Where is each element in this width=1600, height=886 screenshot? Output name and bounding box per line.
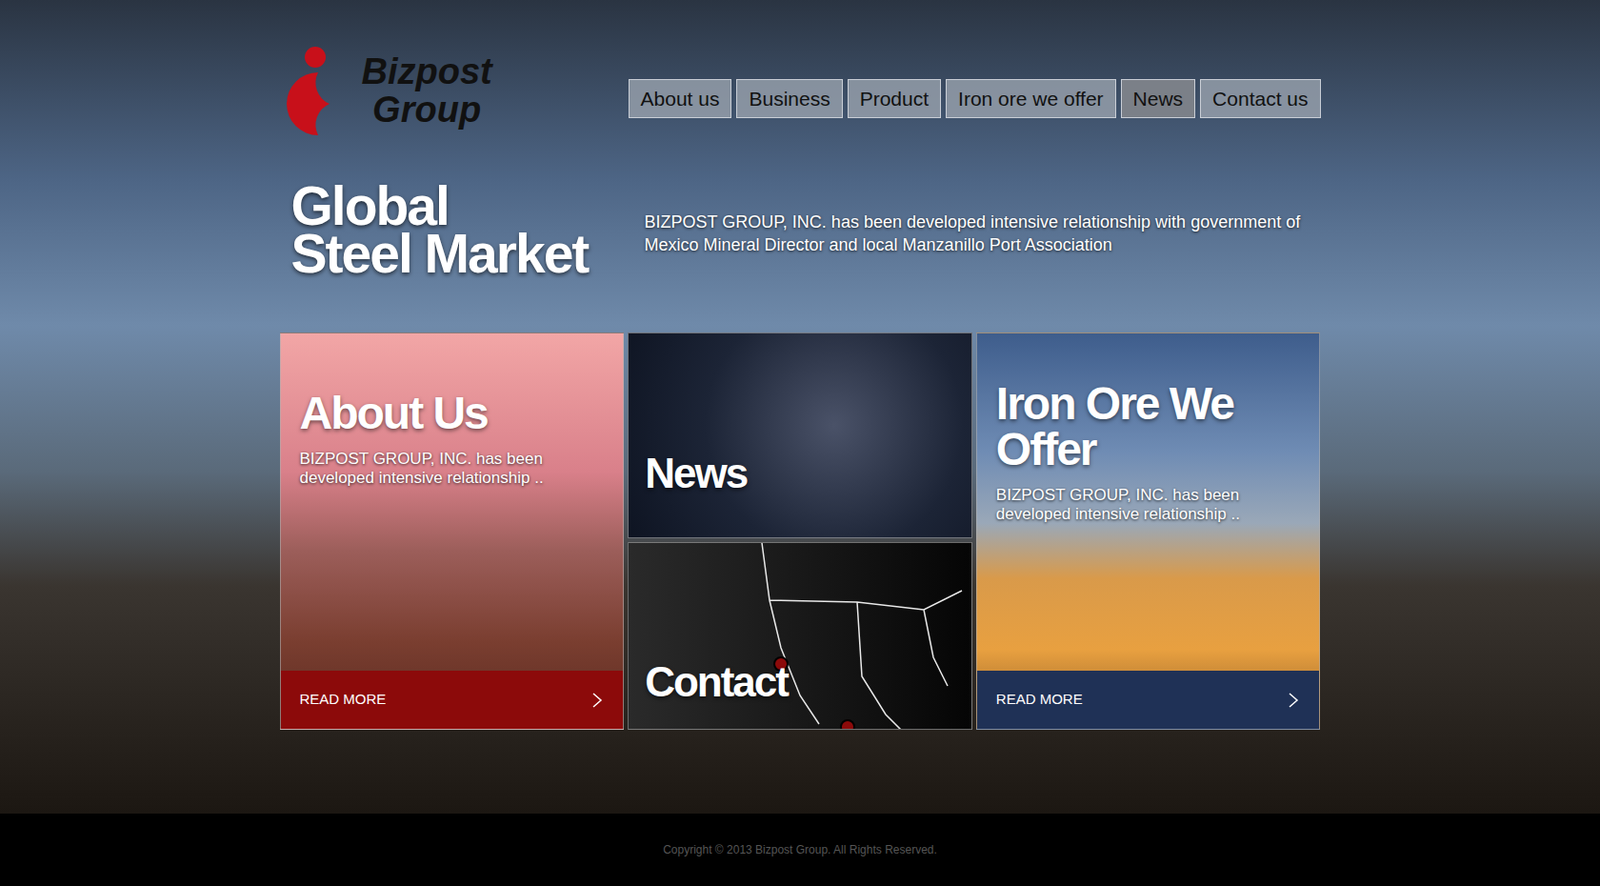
page-background: BizpostGroupAbout usBusinessProductIron …: [0, 0, 1600, 814]
nav-button[interactable]: Business: [736, 79, 842, 119]
card-title: News: [644, 451, 956, 496]
nav-bar: About usBusinessProductIron ore we offer…: [628, 79, 1321, 119]
hero-title: GlobalSteel Market: [291, 181, 645, 278]
hero-description: BIZPOST GROUP, INC. has been developed i…: [644, 210, 1302, 257]
news-card[interactable]: News: [627, 332, 973, 539]
read-more-button[interactable]: READ MORE: [280, 670, 624, 729]
read-more-label: READ MORE: [300, 688, 387, 711]
card-grid: About Us BIZPOST GROUP, INC. has been dev…: [280, 332, 1321, 730]
nav-button[interactable]: Contact us: [1200, 79, 1320, 119]
logo-line: Group: [372, 91, 481, 130]
content: BizpostGroupAbout usBusinessProductIron …: [280, 0, 1321, 730]
footer: Copyright © 2013 Bizpost Group. All Righ…: [0, 813, 1600, 886]
logo[interactable]: BizpostGroup: [280, 43, 493, 140]
header: BizpostGroup About usBusinessProductIron …: [280, 0, 1321, 140]
nav-button[interactable]: Product: [847, 79, 941, 119]
about-card[interactable]: About Us BIZPOST GROUP, INC. has been dev…: [280, 332, 625, 730]
card-body: About Us BIZPOST GROUP, INC. has been dev…: [280, 333, 624, 671]
card-title: Iron Ore We Offer: [996, 380, 1282, 473]
hero-title-line: Steel Market: [291, 229, 645, 278]
logo-text: BizpostGroup: [361, 53, 493, 130]
chevron-right-icon: [590, 691, 604, 709]
card-title: About Us: [300, 390, 586, 437]
nav-button[interactable]: News: [1120, 79, 1197, 119]
hero: GlobalSteel MarketBIZPOST GROUP, INC. ha…: [280, 181, 1321, 278]
nav-button[interactable]: About us: [628, 79, 733, 119]
contact-card[interactable]: Contact: [627, 541, 973, 731]
read-more-label: READ MORE: [996, 688, 1083, 711]
logo-icon: [280, 43, 353, 140]
card-text: BIZPOST GROUP, INC. has been developed i…: [300, 449, 572, 488]
card-text: BIZPOST GROUP, INC. has been developed i…: [996, 485, 1268, 524]
card-body: Iron Ore We Offer BIZPOST GROUP, INC. has…: [977, 333, 1320, 671]
nav-button[interactable]: Iron ore we offer: [945, 79, 1117, 119]
chevron-right-icon: [1286, 691, 1300, 709]
logo-line: Bizpost: [361, 53, 493, 92]
card-title: Contact: [644, 660, 956, 704]
hero-title-line: Global: [291, 181, 645, 230]
iron-ore-card[interactable]: Iron Ore We Offer BIZPOST GROUP, INC. has…: [976, 332, 1321, 730]
middle-column: News Contact: [627, 332, 973, 730]
copyright: Copyright © 2013 Bizpost Group. All Righ…: [662, 840, 938, 859]
read-more-button[interactable]: READ MORE: [977, 670, 1320, 729]
